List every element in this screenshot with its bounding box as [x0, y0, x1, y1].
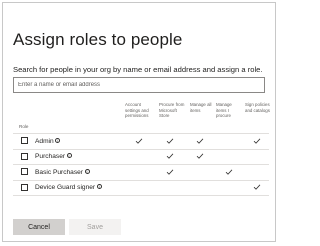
dialog-description: Search for people in your org by name or…: [13, 65, 263, 74]
checkmark-icon: [166, 152, 174, 160]
role-label: Basic Purchaser: [35, 168, 84, 176]
info-icon[interactable]: i: [96, 184, 102, 190]
checkmark-icon: [225, 168, 233, 176]
assign-roles-dialog: Assign roles to people Search for people…: [2, 2, 276, 242]
table-row: Purchaser i: [13, 150, 269, 166]
role-name: Admin i: [35, 137, 61, 145]
role-label: Device Guard signer: [35, 184, 96, 192]
table-row: Admin i: [13, 134, 269, 150]
table-header: Role Account settings and permissions Pr…: [13, 99, 270, 134]
cancel-button[interactable]: Cancel: [13, 219, 65, 235]
checkmark-icon: [166, 168, 174, 176]
checkmark-icon: [196, 137, 204, 145]
info-icon[interactable]: i: [66, 153, 72, 159]
role-checkbox[interactable]: [21, 168, 28, 176]
info-icon[interactable]: i: [84, 168, 90, 174]
roles-table: Role Account settings and permissions Pr…: [13, 99, 270, 197]
checkmark-icon: [253, 137, 261, 145]
role-name: Purchaser i: [35, 153, 72, 160]
search-input[interactable]: [13, 77, 265, 93]
column-header-account-settings: Account settings and permissions: [125, 102, 149, 119]
checkmark-icon: [253, 183, 261, 191]
column-header-manage-all: Manage all items: [190, 102, 212, 113]
column-header-procure-store: Procure from Microsoft Store: [159, 102, 185, 119]
role-label: Purchaser: [35, 153, 66, 161]
column-header-sign-policies: Sign policies and catalogs: [245, 102, 270, 113]
role-label: Admin: [35, 137, 54, 145]
column-header-manage-procured: Manage items I procure: [216, 102, 232, 119]
checkmark-icon: [166, 137, 174, 145]
dialog-title: Assign roles to people: [13, 30, 183, 49]
save-button[interactable]: Save: [69, 219, 121, 235]
role-name: Basic Purchaser i: [35, 168, 90, 176]
column-header-role: Role: [19, 124, 29, 129]
role-name: Device Guard signer i: [35, 184, 102, 191]
role-checkbox[interactable]: [21, 137, 28, 144]
role-checkbox[interactable]: [21, 183, 28, 191]
table-row: Device Guard signer i: [13, 181, 269, 197]
table-row: Basic Purchaser i: [13, 165, 269, 181]
checkmark-icon: [196, 152, 204, 160]
checkmark-icon: [135, 137, 143, 145]
role-checkbox[interactable]: [21, 152, 28, 160]
info-icon[interactable]: i: [55, 137, 61, 143]
